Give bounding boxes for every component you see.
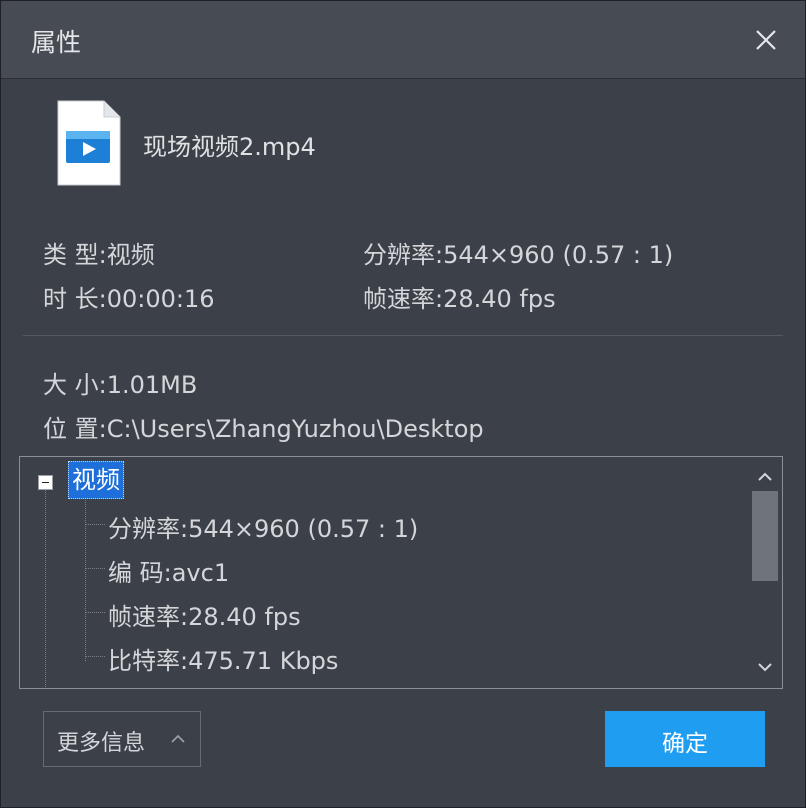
duration-value: 00:00:16	[106, 285, 215, 313]
size-row: 大 小:1.01MB	[43, 365, 197, 400]
tree-guide-line	[45, 487, 46, 688]
scrollbar-thumb[interactable]	[752, 491, 778, 581]
framerate-label: 帧速率:	[363, 285, 444, 313]
divider	[23, 335, 783, 336]
ok-button[interactable]: 确定	[605, 711, 765, 767]
collapse-icon[interactable]	[38, 475, 53, 490]
tree-item-label: 编 码:	[108, 559, 172, 587]
duration-row: 时 长:00:00:16	[43, 279, 215, 314]
tree-item-label: 帧速率:	[108, 603, 189, 631]
tree-item-resolution[interactable]: 分辨率:544×960 (0.57 : 1)	[108, 509, 418, 544]
tree-connector	[85, 656, 105, 657]
title-bar: 属性	[1, 1, 805, 79]
tree-item-framerate[interactable]: 帧速率:28.40 fps	[108, 597, 301, 632]
size-label: 大 小:	[43, 371, 107, 399]
tree-node-video[interactable]: 视频	[68, 461, 124, 499]
more-info-button[interactable]: 更多信息	[43, 711, 201, 767]
tree-item-value: 544×960 (0.57 : 1)	[188, 515, 419, 543]
details-tree[interactable]: 视频 分辨率:544×960 (0.57 : 1) 编 码:avc1 帧速率:2…	[19, 456, 783, 689]
vertical-scrollbar[interactable]	[748, 457, 782, 688]
location-row: 位 置:C:\Users\ZhangYuzhou\Desktop	[43, 409, 484, 444]
chevron-down-icon[interactable]	[753, 655, 777, 679]
tree-item-codec[interactable]: 编 码:avc1	[108, 553, 229, 588]
ok-label: 确定	[662, 731, 708, 757]
tree-connector	[85, 612, 105, 613]
file-name: 现场视频2.mp4	[143, 133, 316, 161]
tree-item-value: avc1	[171, 559, 230, 587]
chevron-up-icon	[171, 734, 185, 743]
tree-item-value: 475.71 Kbps	[188, 647, 339, 675]
tree-item-label: 比特率:	[108, 647, 189, 675]
location-value: C:\Users\ZhangYuzhou\Desktop	[106, 415, 484, 443]
properties-dialog: 属性 现场视频2.mp4 类 型:视频 分辨率:544×960 (0.57 : …	[0, 0, 806, 808]
tree-item-label: 分辨率:	[108, 515, 189, 543]
video-file-icon	[57, 100, 121, 186]
resolution-value: 544×960 (0.57 : 1)	[443, 241, 674, 269]
type-label: 类 型:	[43, 241, 107, 269]
duration-label: 时 长:	[43, 285, 107, 313]
framerate-value: 28.40 fps	[443, 285, 556, 313]
framerate-row: 帧速率:28.40 fps	[363, 279, 556, 314]
tree-guide-line	[85, 493, 86, 661]
resolution-label: 分辨率:	[363, 241, 444, 269]
dialog-title: 属性	[31, 28, 82, 57]
close-icon[interactable]	[749, 23, 783, 57]
location-label: 位 置:	[43, 415, 107, 443]
chevron-up-icon[interactable]	[753, 465, 777, 489]
more-info-label: 更多信息	[57, 731, 146, 756]
size-value: 1.01MB	[106, 371, 198, 399]
tree-connector	[85, 524, 105, 525]
tree-item-value: 28.40 fps	[188, 603, 301, 631]
type-value: 视频	[106, 241, 155, 269]
tree-item-bitrate[interactable]: 比特率:475.71 Kbps	[108, 641, 338, 676]
resolution-row: 分辨率:544×960 (0.57 : 1)	[363, 235, 673, 270]
type-row: 类 型:视频	[43, 235, 155, 270]
tree-connector	[85, 568, 105, 569]
